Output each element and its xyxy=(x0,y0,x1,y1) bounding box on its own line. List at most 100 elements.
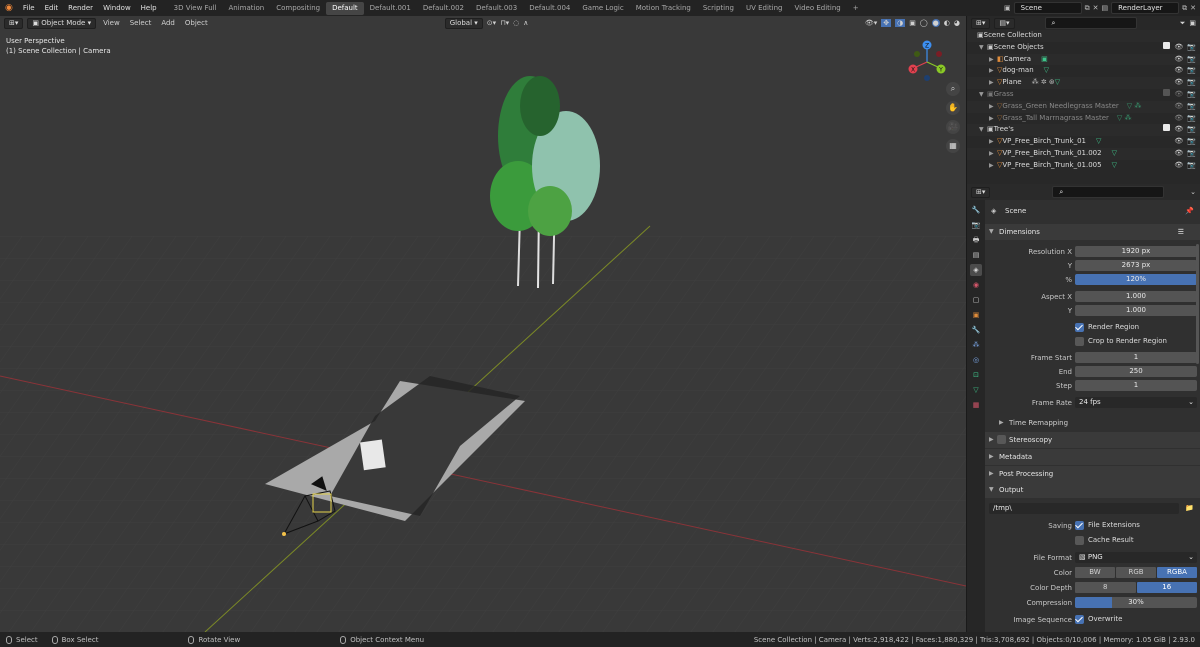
output-path-field[interactable]: /tmp\ xyxy=(989,503,1179,514)
tab-animation[interactable]: Animation xyxy=(223,2,271,15)
file-extensions-checkbox[interactable]: File Extensions xyxy=(1075,520,1140,531)
scene-copy-icon[interactable]: ⧉ xyxy=(1085,4,1090,13)
pivot-icon[interactable]: ⊙▾ xyxy=(487,19,496,27)
solid-shading-icon[interactable]: ● xyxy=(931,19,940,27)
expand-arrow-icon[interactable]: ▶ xyxy=(989,113,997,125)
color-rgb-option[interactable]: RGB xyxy=(1116,567,1156,578)
proportional-icon[interactable]: ◌ xyxy=(513,19,519,27)
frame-rate-select[interactable]: 24 fps ⌄ xyxy=(1075,397,1197,408)
properties-options-icon[interactable]: ⌄ xyxy=(1190,188,1196,196)
outliner-row-birch-002[interactable]: ▶ ▽ VP_Free_Birch_Trunk_01.002 ▽ 👁 📷 xyxy=(967,147,1200,160)
tool-tab-icon[interactable]: 🔧 xyxy=(970,204,982,216)
eye-icon[interactable]: 👁 xyxy=(1174,54,1183,66)
renderlayer-icon[interactable]: ▤ xyxy=(1102,4,1109,12)
eye-icon[interactable]: 👁 xyxy=(1174,42,1183,54)
folder-icon[interactable]: 📁 xyxy=(1185,503,1194,514)
outliner-row-birch-01[interactable]: ▶ ▽ VP_Free_Birch_Trunk_01 ▽ 👁 📷 xyxy=(967,136,1200,148)
expand-arrow-icon[interactable]: ▼ xyxy=(979,89,987,101)
depth-8-option[interactable]: 8 xyxy=(1075,582,1136,593)
tab-default-001[interactable]: Default.001 xyxy=(364,2,417,15)
outliner-row-scene-objects[interactable]: ▼ ▣ Scene Objects 👁 📷 xyxy=(967,41,1200,54)
dimensions-panel-header[interactable]: ▼ Dimensions ☰ xyxy=(985,224,1200,240)
tab-compositing[interactable]: Compositing xyxy=(270,2,326,15)
color-rgba-option[interactable]: RGBA xyxy=(1157,567,1197,578)
render-camera-icon[interactable]: 📷 xyxy=(1187,160,1196,172)
tab-scripting[interactable]: Scripting xyxy=(697,2,740,15)
expand-arrow-icon[interactable]: ▶ xyxy=(989,148,997,160)
world-tab-icon[interactable]: ◉ xyxy=(970,279,982,291)
outliner-row-dog-man[interactable]: ▶ ▽ dog-man ▽ 👁 📷 xyxy=(967,65,1200,77)
frame-step-field[interactable]: 1 xyxy=(1075,380,1197,391)
particles-tab-icon[interactable]: ⁂ xyxy=(970,339,982,351)
expand-arrow-icon[interactable]: ▶ xyxy=(989,101,997,113)
eye-icon[interactable]: 👁 xyxy=(1174,77,1183,89)
camera-view-icon[interactable]: 🎥 xyxy=(946,120,960,134)
renderlayer-field[interactable]: RenderLayer xyxy=(1111,2,1180,14)
gizmo-toggle-icon[interactable]: ✥ xyxy=(881,19,892,27)
overwrite-checkbox[interactable]: Overwrite xyxy=(1075,614,1122,625)
blender-logo-icon[interactable]: ◉ xyxy=(0,3,18,13)
zoom-icon[interactable]: ⌕ xyxy=(946,82,960,96)
display-mode-button[interactable]: ▤▾ xyxy=(994,17,1015,29)
collection-tab-icon[interactable]: ▢ xyxy=(970,294,982,306)
render-camera-icon[interactable]: 📷 xyxy=(1187,42,1196,54)
outliner-row-trees[interactable]: ▼ ▣ Tree's 👁 📷 xyxy=(967,124,1200,137)
render-camera-icon[interactable]: 📷 xyxy=(1187,77,1196,89)
properties-scrollbar[interactable] xyxy=(1196,244,1199,364)
navigation-gizmo[interactable]: Z X Y xyxy=(904,38,950,84)
render-camera-icon[interactable]: 📷 xyxy=(1187,124,1196,136)
output-panel-header[interactable]: ▼ Output xyxy=(985,482,1200,498)
eye-icon[interactable]: 👁 xyxy=(1174,148,1183,160)
texture-tab-icon[interactable]: ▦ xyxy=(970,399,982,411)
eye-icon[interactable]: 👁 xyxy=(1174,160,1183,172)
properties-editor-type-button[interactable]: ⊞▾ xyxy=(971,186,991,198)
eye-icon[interactable]: 👁 xyxy=(1174,65,1183,77)
aspect-y-field[interactable]: 1.000 xyxy=(1075,305,1197,316)
tab-default[interactable]: Default xyxy=(326,1,364,15)
resolution-x-field[interactable]: 1920 px xyxy=(1075,246,1197,257)
scene-close-icon[interactable]: ✕ xyxy=(1093,4,1099,12)
filter-icon[interactable]: ⏷ xyxy=(1180,19,1186,28)
eye-icon[interactable]: 👁 xyxy=(1174,136,1183,148)
menu-edit[interactable]: Edit xyxy=(40,4,64,12)
scene-field[interactable]: Scene xyxy=(1013,2,1082,14)
tab-game-logic[interactable]: Game Logic xyxy=(576,2,629,15)
scene-icon[interactable]: ▣ xyxy=(1004,4,1011,12)
view-menu[interactable]: View xyxy=(100,19,123,27)
tab-default-003[interactable]: Default.003 xyxy=(470,2,523,15)
modifier-tab-icon[interactable]: 🔧 xyxy=(970,324,982,336)
object-menu[interactable]: Object xyxy=(182,19,211,27)
outliner-search-input[interactable]: ⌕ xyxy=(1044,17,1137,29)
falloff-icon[interactable]: ∧ xyxy=(523,19,528,27)
outliner-row-grass-green[interactable]: ▶ ▽ Grass_Green Needlegrass Master ▽ ⁂ 👁… xyxy=(967,100,1200,113)
outliner-row-birch-005[interactable]: ▶ ▽ VP_Free_Birch_Trunk_01.005 ▽ 👁 📷 xyxy=(967,160,1200,172)
collection-checkbox[interactable] xyxy=(1163,124,1171,132)
outliner-row-grass-tall[interactable]: ▶ ▽ Grass_Tall Marrnagrass Master ▽ ⁂ 👁 📷 xyxy=(967,113,1200,125)
presets-icon[interactable]: ☰ xyxy=(1178,224,1184,240)
orientation-select[interactable]: Global ▾ xyxy=(444,17,483,29)
render-camera-icon[interactable]: 📷 xyxy=(1187,89,1196,101)
scene-tab-icon[interactable]: ◈ xyxy=(970,264,982,276)
outliner-row-plane[interactable]: ▶ ▽ Plane ⁂ ✲ ⊛ ▽ 👁 📷 xyxy=(967,77,1200,89)
new-collection-icon[interactable]: ▣ xyxy=(1189,19,1196,27)
collection-checkbox[interactable] xyxy=(1163,41,1171,49)
frame-start-field[interactable]: 1 xyxy=(1075,352,1197,363)
expand-arrow-icon[interactable]: ▶ xyxy=(989,65,997,77)
rendered-shading-icon[interactable]: ◕ xyxy=(954,19,960,27)
tab-default-004[interactable]: Default.004 xyxy=(523,2,576,15)
render-region-checkbox[interactable]: Render Region xyxy=(1075,322,1139,333)
tab-uv-editing[interactable]: UV Editing xyxy=(740,2,789,15)
view-layer-tab-icon[interactable]: ▤ xyxy=(970,249,982,261)
mode-select[interactable]: ▣ Object Mode ▾ xyxy=(27,17,97,29)
wireframe-shading-icon[interactable]: ◯ xyxy=(920,19,928,27)
eye-icon[interactable]: 👁 xyxy=(1174,89,1183,101)
menu-help[interactable]: Help xyxy=(136,4,162,12)
metadata-panel-header[interactable]: ▶ Metadata xyxy=(985,449,1200,465)
render-camera-icon[interactable]: 📷 xyxy=(1187,101,1196,113)
menu-window[interactable]: Window xyxy=(98,4,136,12)
object-tab-icon[interactable]: ▣ xyxy=(970,309,982,321)
eye-icon[interactable]: 👁 xyxy=(1174,113,1183,125)
outliner-editor-type-button[interactable]: ⊞▾ xyxy=(971,17,991,29)
stereoscopy-checkbox[interactable] xyxy=(997,435,1006,444)
snap-icon[interactable]: ⊓▾ xyxy=(500,19,509,27)
